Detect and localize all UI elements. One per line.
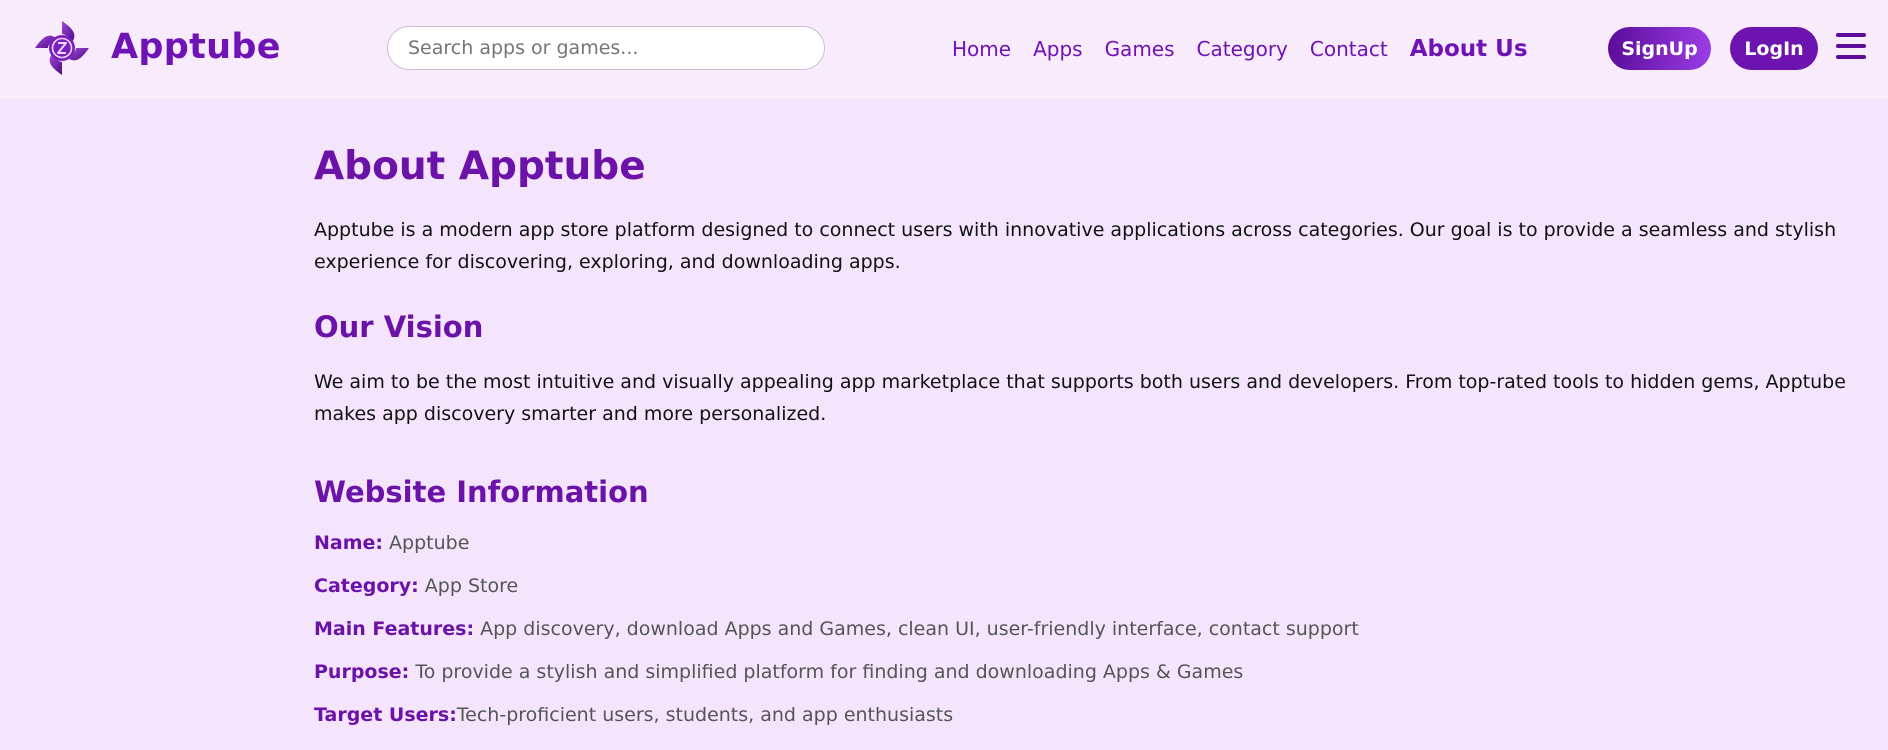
intro-paragraph: Apptube is a modern app store platform d…	[314, 219, 1837, 273]
info-label: Main Features:	[314, 618, 475, 640]
hamburger-menu-icon[interactable]	[1836, 33, 1866, 61]
site-header: Apptube Home Apps Games Category Contact…	[0, 0, 1888, 99]
signup-button[interactable]: SignUp	[1608, 27, 1711, 70]
apptube-logo-icon[interactable]	[34, 20, 90, 76]
nav-contact-link[interactable]: Contact	[1310, 37, 1388, 61]
info-value: To provide a stylish and simplified plat…	[409, 661, 1244, 683]
info-label: Purpose:	[314, 661, 410, 683]
info-label: Category:	[314, 575, 419, 597]
nav-home-link[interactable]: Home	[952, 37, 1011, 61]
hamburger-line	[1836, 55, 1866, 59]
info-value: Apptube	[383, 532, 470, 554]
info-row-target-users: Target Users:Tech-proficient users, stud…	[314, 703, 1874, 727]
login-button[interactable]: LogIn	[1730, 27, 1818, 70]
info-row-category: Category: App Store	[314, 574, 1874, 598]
info-value: App Store	[418, 575, 519, 597]
nav-about-us-link[interactable]: About Us	[1410, 36, 1528, 62]
info-value: Tech-proficient users, students, and app…	[456, 704, 954, 726]
nav-games-link[interactable]: Games	[1105, 37, 1175, 61]
about-content: About Apptube Apptube is a modern app st…	[314, 142, 1874, 746]
search-input[interactable]	[387, 26, 825, 70]
hamburger-line	[1836, 33, 1866, 37]
info-label: Target Users:	[314, 704, 457, 726]
info-row-name: Name: Apptube	[314, 531, 1874, 555]
nav-category-link[interactable]: Category	[1197, 37, 1288, 61]
info-row-purpose: Purpose: To provide a stylish and simpli…	[314, 660, 1874, 684]
vision-paragraph: We aim to be the most intuitive and visu…	[314, 371, 1846, 425]
main-nav: Home Apps Games Category Contact About U…	[952, 36, 1550, 62]
page-title: About Apptube	[314, 144, 646, 189]
info-label: Name:	[314, 532, 384, 554]
info-row-main-features: Main Features: App discovery, download A…	[314, 617, 1874, 641]
website-info-heading: Website Information	[314, 475, 649, 509]
vision-heading: Our Vision	[314, 310, 484, 344]
hamburger-line	[1836, 44, 1866, 48]
info-value: App discovery, download Apps and Games, …	[474, 618, 1359, 640]
nav-apps-link[interactable]: Apps	[1033, 37, 1083, 61]
brand-name[interactable]: Apptube	[111, 27, 281, 67]
